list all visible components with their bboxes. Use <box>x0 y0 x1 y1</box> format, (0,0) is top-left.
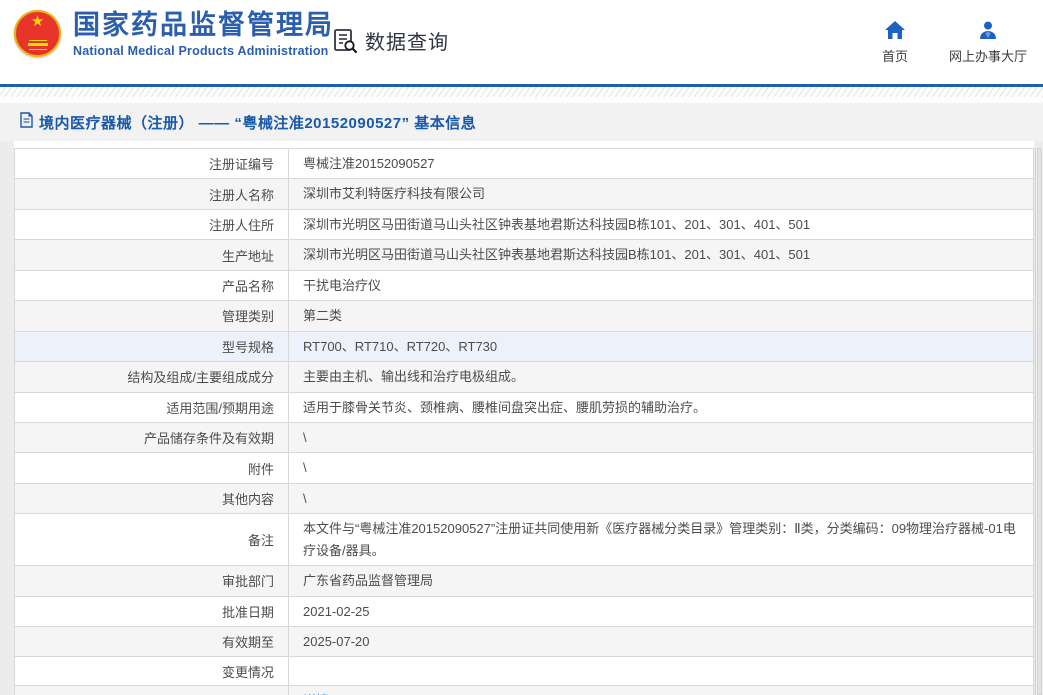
table-row: 产品名称 干扰电治疗仪 <box>15 271 1033 301</box>
hatch-strip <box>0 87 1043 97</box>
row-label: 适用范围/预期用途 <box>15 393 288 422</box>
table-row: 有效期至 2025-07-20 <box>15 627 1033 657</box>
row-label: 审批部门 <box>15 566 288 595</box>
row-label: 型号规格 <box>15 332 288 361</box>
row-value: 详情 <box>288 686 1033 695</box>
row-value: 本文件与“粤械注准20152090527”注册证共同使用新《医疗器械分类目录》管… <box>288 514 1033 565</box>
table-row: 其他内容 \ <box>15 484 1033 514</box>
user-icon <box>979 21 997 46</box>
top-nav: 首页 网上办事大厅 <box>875 21 1027 65</box>
row-value: RT700、RT710、RT720、RT730 <box>288 332 1033 361</box>
page-title: 境内医疗器械（注册） —— “粤械注准20152090527” 基本信息 <box>39 112 476 133</box>
org-name-en: National Medical Products Administration <box>73 44 334 58</box>
row-label: 备注 <box>15 514 288 565</box>
org-name-cn: 国家药品监督管理局 <box>73 9 334 41</box>
table-row: 管理类别 第二类 <box>15 301 1033 331</box>
row-label: 注 <box>15 686 288 695</box>
home-icon <box>885 21 905 46</box>
row-label: 结构及组成/主要组成成分 <box>15 362 288 391</box>
row-label: 产品名称 <box>15 271 288 300</box>
row-value: 深圳市光明区马田街道马山头社区钟表基地君斯达科技园B栋101、201、301、4… <box>288 240 1033 269</box>
row-label: 其他内容 <box>15 484 288 513</box>
page-scrollbar[interactable] <box>1035 148 1043 695</box>
row-value: \ <box>288 484 1033 513</box>
table-row: 适用范围/预期用途 适用于膝骨关节炎、颈椎病、腰椎间盘突出症、腰肌劳损的辅助治疗… <box>15 393 1033 423</box>
row-value: 第二类 <box>288 301 1033 330</box>
row-label: 附件 <box>15 453 288 482</box>
document-search-icon <box>331 27 359 55</box>
nav-home[interactable]: 首页 <box>875 21 915 65</box>
site-logo[interactable]: ★ 国家药品监督管理局 National Medical Products Ad… <box>14 9 334 58</box>
row-value: 广东省药品监督管理局 <box>288 566 1033 595</box>
scrollbar-thumb[interactable] <box>1037 148 1042 695</box>
row-label: 批准日期 <box>15 597 288 626</box>
nav-service-hall-label: 网上办事大厅 <box>949 46 1027 65</box>
table-row: 审批部门 广东省药品监督管理局 <box>15 566 1033 596</box>
table-row: 注册证编号 粤械注准20152090527 <box>15 149 1033 179</box>
table-row: 型号规格 RT700、RT710、RT720、RT730 <box>15 332 1033 362</box>
row-value: \ <box>288 423 1033 452</box>
table-row: 批准日期 2021-02-25 <box>15 597 1033 627</box>
table-row: 产品储存条件及有效期 \ <box>15 423 1033 453</box>
table-row: 备注 本文件与“粤械注准20152090527”注册证共同使用新《医疗器械分类目… <box>15 514 1033 566</box>
table-row: 变更情况 <box>15 657 1033 686</box>
row-value: 粤械注准20152090527 <box>288 149 1033 178</box>
table-row: 附件 \ <box>15 453 1033 483</box>
row-value: 适用于膝骨关节炎、颈椎病、腰椎间盘突出症、腰肌劳损的辅助治疗。 <box>288 393 1033 422</box>
table-row: 结构及组成/主要组成成分 主要由主机、输出线和治疗电极组成。 <box>15 362 1033 392</box>
table-row: 生产地址 深圳市光明区马田街道马山头社区钟表基地君斯达科技园B栋101、201、… <box>15 240 1033 270</box>
content-panel: 注册证编号 粤械注准20152090527 注册人名称 深圳市艾利特医疗科技有限… <box>14 141 1034 695</box>
row-label: 注册证编号 <box>15 149 288 178</box>
row-value <box>288 657 1033 685</box>
data-query-tab[interactable]: 数据查询 <box>331 26 449 55</box>
nav-home-label: 首页 <box>882 46 908 65</box>
row-value: 深圳市光明区马田街道马山头社区钟表基地君斯达科技园B栋101、201、301、4… <box>288 210 1033 239</box>
data-query-label: 数据查询 <box>365 26 449 55</box>
row-value: 深圳市艾利特医疗科技有限公司 <box>288 179 1033 208</box>
table-row: 注 详情 <box>15 686 1033 695</box>
row-value: \ <box>288 453 1033 482</box>
row-value: 主要由主机、输出线和治疗电极组成。 <box>288 362 1033 391</box>
detail-link[interactable]: 详情 <box>303 690 329 695</box>
row-label: 产品储存条件及有效期 <box>15 423 288 452</box>
row-value: 2025-07-20 <box>288 627 1033 656</box>
site-header: ★ 国家药品监督管理局 National Medical Products Ad… <box>0 0 1043 84</box>
row-value: 干扰电治疗仪 <box>288 271 1033 300</box>
national-emblem-icon: ★ <box>14 10 61 57</box>
row-label: 有效期至 <box>15 627 288 656</box>
table-row: 注册人名称 深圳市艾利特医疗科技有限公司 <box>15 179 1033 209</box>
file-icon <box>20 112 39 133</box>
row-label: 变更情况 <box>15 657 288 685</box>
row-value: 2021-02-25 <box>288 597 1033 626</box>
row-label: 生产地址 <box>15 240 288 269</box>
row-label: 注册人名称 <box>15 179 288 208</box>
table-row: 注册人住所 深圳市光明区马田街道马山头社区钟表基地君斯达科技园B栋101、201… <box>15 210 1033 240</box>
nav-service-hall[interactable]: 网上办事大厅 <box>949 21 1027 65</box>
row-label: 注册人住所 <box>15 210 288 239</box>
row-label: 管理类别 <box>15 301 288 330</box>
page-title-bar: 境内医疗器械（注册） —— “粤械注准20152090527” 基本信息 <box>0 103 1043 141</box>
info-table: 注册证编号 粤械注准20152090527 注册人名称 深圳市艾利特医疗科技有限… <box>14 148 1034 695</box>
